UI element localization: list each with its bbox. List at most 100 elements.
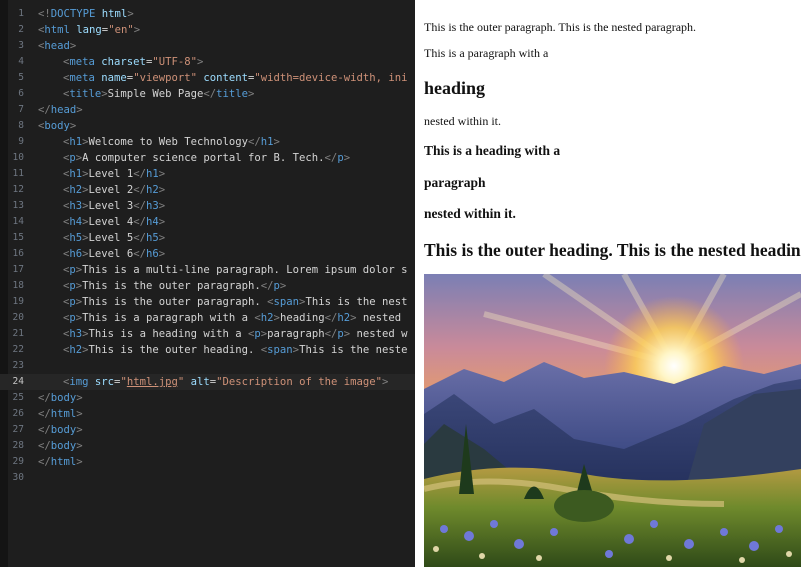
line-number: 4	[18, 56, 24, 67]
code-line[interactable]: 6 <title>Simple Web Page</title>	[0, 86, 415, 102]
preview-outer-heading: This is the outer heading. This is the n…	[424, 240, 801, 260]
code-line[interactable]: 4 <meta charset="UTF-8">	[0, 54, 415, 70]
code-text: <meta charset="UTF-8">	[63, 56, 204, 68]
line-number: 15	[12, 232, 24, 243]
code-line[interactable]: 11 <h1>Level 1</h1>	[0, 166, 415, 182]
code-text: <h3>This is a heading with a <p>paragrap…	[63, 328, 408, 340]
code-line[interactable]: 21 <h3>This is a heading with a <p>paragr…	[0, 326, 415, 342]
code-text: <h5>Level 5</h5>	[63, 232, 166, 244]
line-number: 27	[12, 424, 24, 435]
line-number: 29	[12, 456, 24, 467]
code-line[interactable]: 24 <img src="html.jpg" alt="Description o…	[0, 374, 415, 390]
code-line[interactable]: 25 </body>	[0, 390, 415, 406]
line-number: 18	[12, 280, 24, 291]
line-number: 16	[12, 248, 24, 259]
line-number: 21	[12, 328, 24, 339]
code-text: <h6>Level 6</h6>	[63, 248, 166, 260]
line-number: 3	[18, 40, 24, 51]
preview-h3-line2: paragraph	[424, 175, 486, 190]
line-number: 2	[18, 24, 24, 35]
code-line[interactable]: 12 <h2>Level 2</h2>	[0, 182, 415, 198]
line-number: 10	[12, 152, 24, 163]
line-number: 22	[12, 344, 24, 355]
code-text: <p>This is a paragraph with a <h2>headin…	[63, 312, 408, 324]
code-text: </body>	[38, 392, 83, 404]
sunset-mountain-image	[424, 274, 801, 567]
code-text: <h1>Level 1</h1>	[63, 168, 166, 180]
line-number: 9	[18, 136, 24, 147]
code-line[interactable]: 9 <h1>Welcome to Web Technology</h1>	[0, 134, 415, 150]
code-line[interactable]: 18 <p>This is the outer paragraph.</p>	[0, 278, 415, 294]
line-number: 25	[12, 392, 24, 403]
line-number: 5	[18, 72, 24, 83]
line-number: 7	[18, 104, 24, 115]
code-line[interactable]: 3 <head>	[0, 38, 415, 54]
preview-nested-within: nested within it.	[424, 114, 501, 128]
code-text: <h4>Level 4</h4>	[63, 216, 166, 228]
line-number: 12	[12, 184, 24, 195]
code-text: <meta name="viewport" content="width=dev…	[63, 72, 408, 84]
code-text: <title>Simple Web Page</title>	[63, 88, 255, 100]
line-number: 1	[18, 8, 24, 19]
line-number: 8	[18, 120, 24, 131]
code-line[interactable]: 30	[0, 470, 415, 486]
code-line[interactable]: 19 <p>This is the outer paragraph. <span>…	[0, 294, 415, 310]
code-line[interactable]: 20 <p>This is a paragraph with a <h2>head…	[0, 310, 415, 326]
line-number: 26	[12, 408, 24, 419]
line-number: 20	[12, 312, 24, 323]
code-text: <h2>Level 2</h2>	[63, 184, 166, 196]
code-line[interactable]: 14 <h4>Level 4</h4>	[0, 214, 415, 230]
line-number: 13	[12, 200, 24, 211]
code-line[interactable]: 10 <p>A computer science portal for B. Te…	[0, 150, 415, 166]
code-line[interactable]: 5 <meta name="viewport" content="width=de…	[0, 70, 415, 86]
code-line[interactable]: 28 </body>	[0, 438, 415, 454]
code-text: <h1>Welcome to Web Technology</h1>	[63, 136, 280, 148]
code-text: <p>This is the outer paragraph.</p>	[63, 280, 287, 292]
preview-heading-word: heading	[424, 78, 486, 98]
code-editor[interactable]: 1 <!DOCTYPE html> 2 <html lang="en"> 3 <head>…	[0, 0, 415, 567]
code-text: <!DOCTYPE html>	[38, 8, 134, 20]
code-text: <html lang="en">	[38, 24, 141, 36]
line-number: 11	[12, 168, 24, 179]
code-text: </html>	[38, 408, 83, 420]
code-text: </html>	[38, 456, 83, 468]
code-line[interactable]: 29 </html>	[0, 454, 415, 470]
code-text: <h3>Level 3</h3>	[63, 200, 166, 212]
code-text: <p>This is the outer paragraph. <span>Th…	[63, 296, 408, 308]
code-line[interactable]: 2 <html lang="en">	[0, 22, 415, 38]
preview-h3-line3: nested within it.	[424, 206, 516, 221]
code-text: <p>This is a multi-line paragraph. Lorem…	[63, 264, 408, 276]
code-line[interactable]: 13 <h3>Level 3</h3>	[0, 198, 415, 214]
code-text: </body>	[38, 440, 83, 452]
code-text: <p>A computer science portal for B. Tech…	[63, 152, 351, 164]
preview-paragraph-with: This is a paragraph with a	[424, 46, 549, 60]
code-line[interactable]: 8 <body>	[0, 118, 415, 134]
code-text: <img src="html.jpg" alt="Description of …	[63, 376, 389, 388]
line-number: 30	[12, 472, 24, 483]
code-line[interactable]: 23	[0, 358, 415, 374]
code-line[interactable]: 22 <h2>This is the outer heading. <span>T…	[0, 342, 415, 358]
code-line[interactable]: 17 <p>This is a multi-line paragraph. Lor…	[0, 262, 415, 278]
code-line[interactable]: 1 <!DOCTYPE html>	[0, 6, 415, 22]
landscape-image	[424, 274, 801, 567]
line-number: 14	[12, 216, 24, 227]
line-number: 23	[12, 360, 24, 371]
code-line[interactable]: 7 </head>	[0, 102, 415, 118]
line-number: 19	[12, 296, 24, 307]
code-text: <h2>This is the outer heading. <span>Thi…	[63, 344, 408, 356]
code-text: </head>	[38, 104, 83, 116]
preview-h3-line1: This is a heading with a	[424, 143, 561, 158]
code-line[interactable]: 15 <h5>Level 5</h5>	[0, 230, 415, 246]
line-number: 17	[12, 264, 24, 275]
code-text: <body>	[38, 120, 77, 132]
code-line[interactable]: 26 </html>	[0, 406, 415, 422]
code-line[interactable]: 27 </body>	[0, 422, 415, 438]
line-number: 28	[12, 440, 24, 451]
line-number: 24	[12, 376, 24, 387]
browser-preview: This is the outer paragraph. This is the…	[421, 0, 801, 567]
preview-outer-paragraph: This is the outer paragraph. This is the…	[424, 20, 697, 34]
code-line[interactable]: 16 <h6>Level 6</h6>	[0, 246, 415, 262]
code-text: </body>	[38, 424, 83, 436]
line-number: 6	[18, 88, 24, 99]
code-text: <head>	[38, 40, 77, 52]
